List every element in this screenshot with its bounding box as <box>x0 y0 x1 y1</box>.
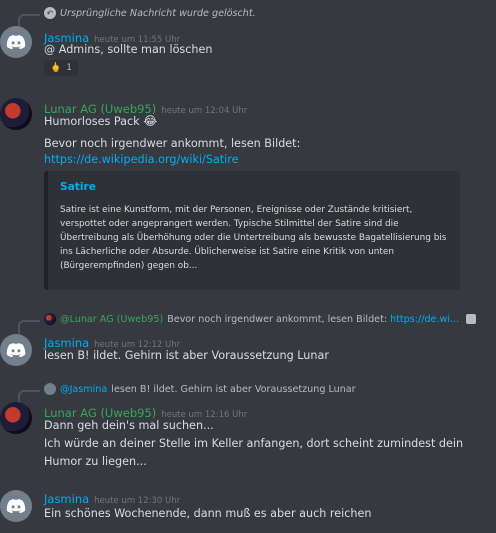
message-text: Bevor noch irgendwer ankommt, lesen Bild… <box>44 137 301 150</box>
embed-description: Satire ist eine Kunstform, mit der Perso… <box>60 205 447 271</box>
message-text: Humorloses Pack 😂 <box>44 114 157 129</box>
reply-author: @Jasmina <box>60 383 108 395</box>
avatar[interactable] <box>0 98 32 130</box>
discord-logo-icon <box>6 498 26 513</box>
reply-text: Bevor noch irgendwer ankommt, lesen Bild… <box>167 313 388 325</box>
embed-title[interactable]: Satire <box>60 181 450 193</box>
reply-text: lesen B! ildet. Gehirn ist aber Vorausse… <box>111 383 356 395</box>
message-text: lesen B! ildet. Gehirn ist aber Vorausse… <box>44 349 329 362</box>
message-text: Dann geh dein's mal suchen... <box>44 419 214 432</box>
message-line: Humorloses Pack <box>44 115 140 128</box>
avatar[interactable] <box>0 402 32 434</box>
message-text: Humor zu liegen... <box>44 455 147 468</box>
message-text: @ Admins, sollte man löschen <box>44 43 213 56</box>
reply-connector <box>18 320 40 334</box>
avatar[interactable] <box>0 490 32 522</box>
deleted-message-icon: ↶ <box>44 7 56 19</box>
reply-avatar <box>44 313 56 325</box>
emoji: 😂 <box>143 114 158 128</box>
timestamp: heute um 12:04 Uhr <box>161 106 248 116</box>
link-embed: Satire Satire ist eine Kunstform, mit de… <box>44 171 460 290</box>
reply-preview[interactable]: @Jasmina lesen B! ildet. Gehirn ist aber… <box>44 383 356 395</box>
timestamp: heute um 12:30 Uhr <box>94 496 181 506</box>
reaction[interactable]: 🖕 1 <box>44 60 78 76</box>
reply-avatar <box>44 383 56 395</box>
discord-logo-icon <box>6 342 26 357</box>
reaction-emoji: 🖕 <box>50 63 62 73</box>
author-name[interactable]: Jasmina <box>44 492 89 506</box>
reply-link: https://de.wi... <box>390 313 460 325</box>
reaction-count: 1 <box>66 63 72 73</box>
discord-logo-icon <box>6 34 26 49</box>
message-link[interactable]: https://de.wikipedia.org/wiki/Satire <box>44 152 239 167</box>
reply-author: @Lunar AG (Uweb95) <box>60 313 164 325</box>
deleted-notice: Ursprüngliche Nachricht wurde gelöscht. <box>60 7 256 19</box>
avatar[interactable] <box>0 26 32 58</box>
avatar[interactable] <box>0 334 32 366</box>
message-text: Ich würde an deiner Stelle im Keller anf… <box>44 437 464 450</box>
message-header: Jasmina heute um 12:30 Uhr <box>44 488 180 507</box>
reply-connector <box>18 390 40 404</box>
reply-preview[interactable]: @Lunar AG (Uweb95) Bevor noch irgendwer … <box>44 313 477 325</box>
image-icon <box>466 314 477 324</box>
reply-preview[interactable]: ↶ Ursprüngliche Nachricht wurde gelöscht… <box>44 7 256 19</box>
message-text: Ein schönes Wochenende, dann muß es aber… <box>44 507 372 520</box>
